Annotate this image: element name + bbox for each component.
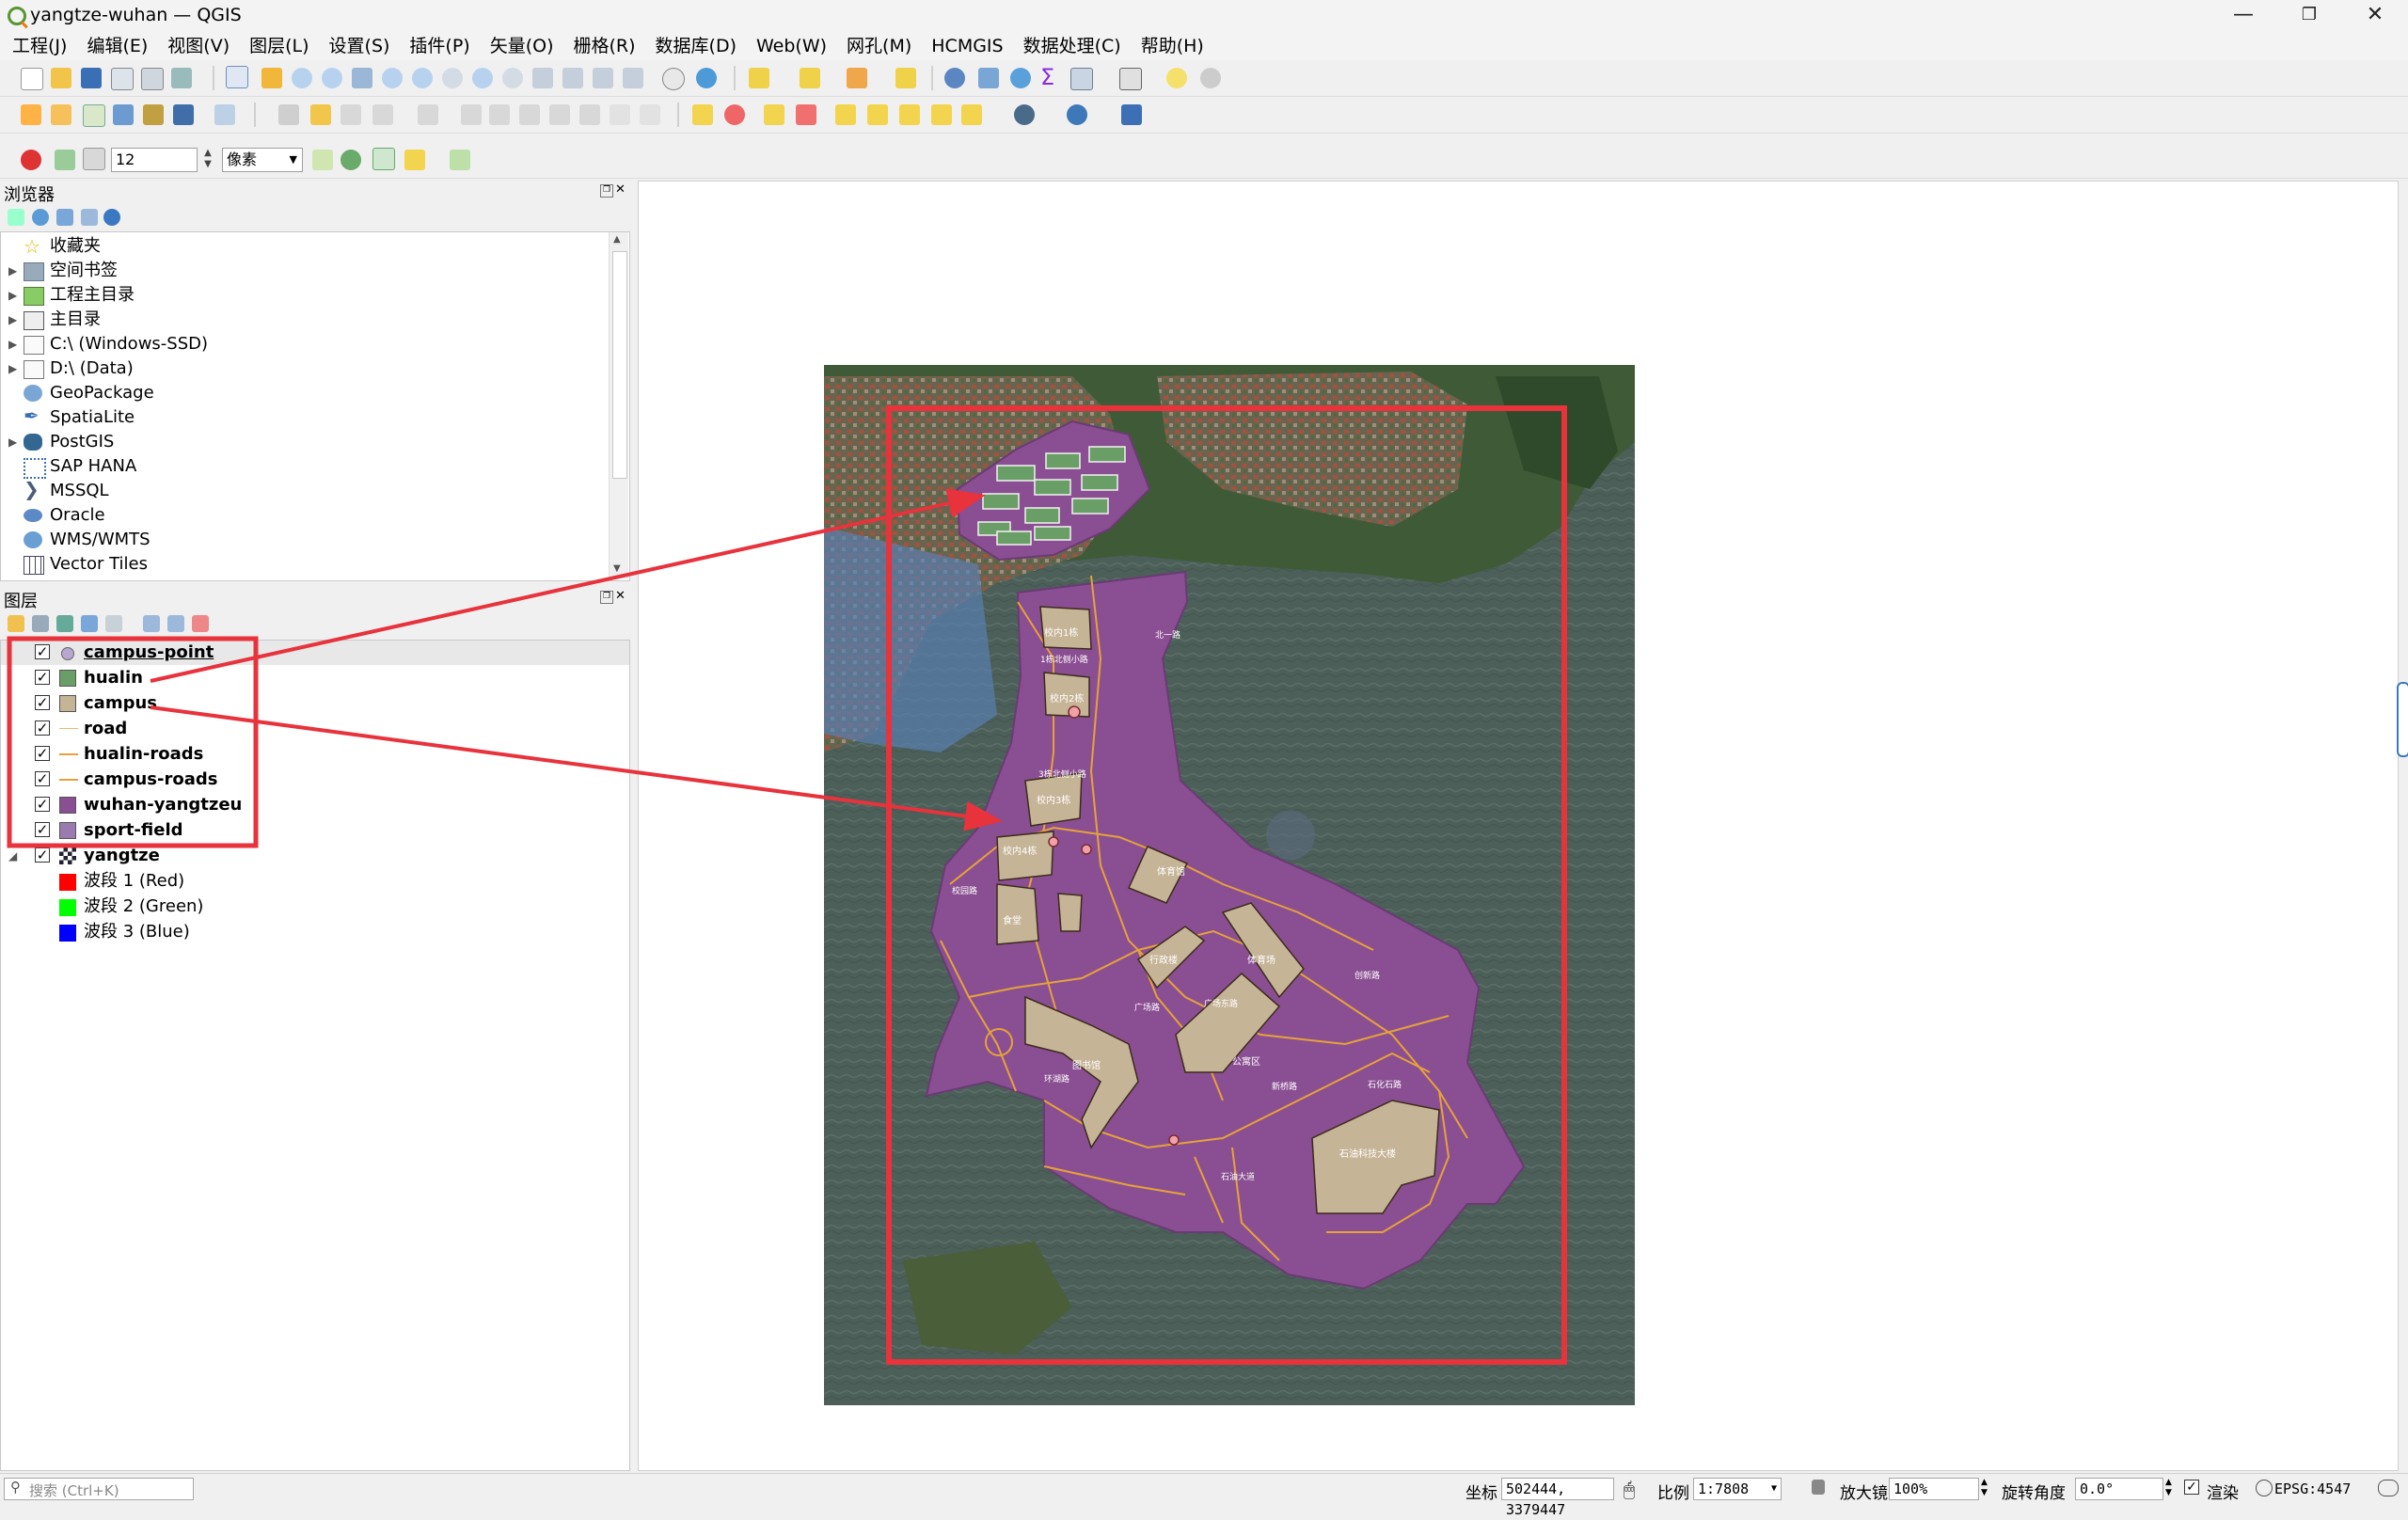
locator-search-input[interactable]: ⚲ 搜索 (Ctrl+K) bbox=[4, 1478, 194, 1500]
coordinate-field[interactable]: 502444, 3379447 bbox=[1501, 1478, 1614, 1518]
magnifier-label: 放大镜 bbox=[1840, 1484, 1888, 1503]
magnifier-stepper[interactable]: ▲ ▼ bbox=[1981, 1478, 1988, 1498]
coordinate-label: 坐标 bbox=[1465, 1484, 1497, 1503]
map-overlay bbox=[7, 365, 1635, 1405]
road-label: 3栋北侧小路 bbox=[1038, 770, 1086, 780]
road-label: 石油大道 bbox=[1221, 1173, 1256, 1182]
magnifier-field[interactable]: 100% bbox=[1889, 1478, 1979, 1500]
map-label: 行政楼 bbox=[1149, 956, 1178, 966]
crs-label[interactable]: EPSG:4547 bbox=[2274, 1480, 2351, 1497]
road-label: 石化石路 bbox=[1368, 1081, 1402, 1090]
render-checkbox[interactable]: ✓ bbox=[2184, 1480, 2199, 1495]
map-label: 校内1栋 bbox=[1044, 628, 1079, 639]
layer-highlight-box bbox=[7, 636, 259, 848]
messages-icon[interactable] bbox=[2378, 1480, 2399, 1496]
map-label: 体育馆 bbox=[1157, 867, 1185, 878]
road-label: 环湖路 bbox=[1044, 1075, 1070, 1085]
lock-scale-icon[interactable] bbox=[1812, 1480, 1825, 1495]
status-bar: ⚲ 搜索 (Ctrl+K) 坐标 502444, 3379447 🖱 比例 1:… bbox=[0, 1473, 2408, 1518]
road-label: 新桥路 bbox=[1272, 1083, 1298, 1092]
road-label: 1栋北侧小路 bbox=[1040, 656, 1088, 665]
map-label: 校内3栋 bbox=[1037, 796, 1071, 806]
map-label: 公寓区 bbox=[1232, 1057, 1260, 1068]
chevron-down-icon: ▼ bbox=[1770, 1483, 1777, 1494]
map-label: 校内4栋 bbox=[1003, 847, 1038, 857]
render-label: 渲染 bbox=[2207, 1484, 2239, 1503]
scale-label: 比例 bbox=[1657, 1484, 1689, 1503]
map-label: 校内2栋 bbox=[1050, 694, 1085, 705]
road-label: 北一路 bbox=[1155, 631, 1181, 641]
road-label: 校园路 bbox=[952, 887, 978, 896]
rotation-label: 旋转角度 bbox=[2002, 1484, 2066, 1503]
map-label: 图书馆 bbox=[1072, 1061, 1101, 1071]
map-label: 食堂 bbox=[1003, 916, 1022, 926]
map-label: 石油科技大楼 bbox=[1339, 1149, 1396, 1160]
road-label: 广场路 bbox=[1134, 1004, 1161, 1013]
map-label: 体育场 bbox=[1247, 956, 1275, 966]
scale-field[interactable]: 1:7808 ▼ bbox=[1693, 1478, 1782, 1500]
rotation-stepper[interactable]: ▲ ▼ bbox=[2165, 1478, 2172, 1498]
rotation-field[interactable]: 0.0° bbox=[2075, 1478, 2163, 1500]
road-label: 创新路 bbox=[1354, 972, 1381, 981]
toggle-extents-icon[interactable]: 🖱 bbox=[1624, 1478, 1635, 1500]
search-icon: ⚲ bbox=[10, 1479, 21, 1496]
side-panel-handle[interactable] bbox=[2397, 682, 2408, 757]
crs-globe-icon[interactable] bbox=[2256, 1480, 2273, 1496]
road-label: 广场东路 bbox=[1204, 1000, 1239, 1009]
